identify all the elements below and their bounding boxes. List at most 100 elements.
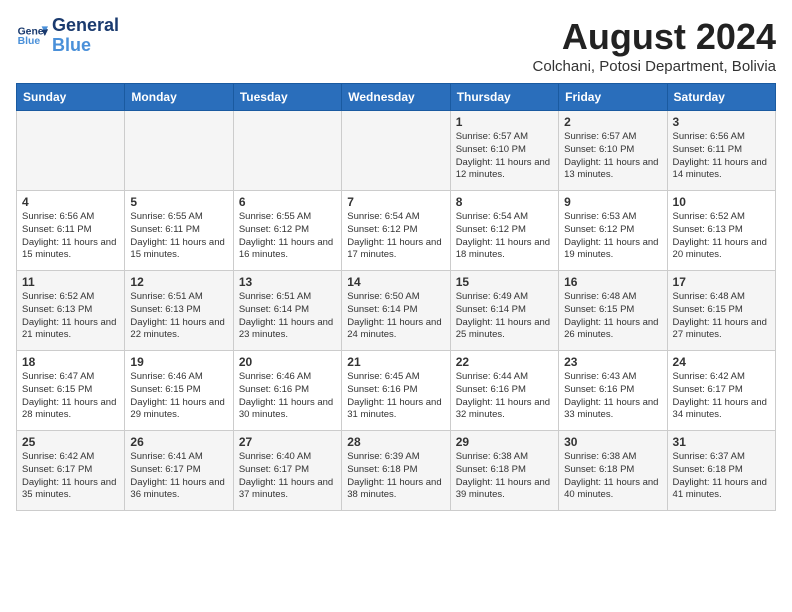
calendar-cell: 4 Sunrise: 6:56 AM Sunset: 6:11 PM Daylig… [17, 191, 125, 271]
day-content: Sunrise: 6:44 AM Sunset: 6:16 PM Dayligh… [456, 371, 553, 422]
header-day-wednesday: Wednesday [342, 84, 450, 111]
logo-line1: General [52, 16, 119, 36]
day-number: 5 [130, 195, 227, 209]
day-number: 8 [456, 195, 553, 209]
calendar-cell: 5 Sunrise: 6:55 AM Sunset: 6:11 PM Daylig… [125, 191, 233, 271]
day-number: 23 [564, 355, 661, 369]
header-day-sunday: Sunday [17, 84, 125, 111]
day-number: 29 [456, 435, 553, 449]
header-day-saturday: Saturday [667, 84, 775, 111]
day-number: 31 [673, 435, 770, 449]
day-number: 17 [673, 275, 770, 289]
page-header: General Blue General Blue August 2024 Co… [16, 16, 776, 75]
day-number: 24 [673, 355, 770, 369]
calendar-cell: 3 Sunrise: 6:56 AM Sunset: 6:11 PM Daylig… [667, 111, 775, 191]
day-content: Sunrise: 6:37 AM Sunset: 6:18 PM Dayligh… [673, 451, 770, 502]
day-content: Sunrise: 6:42 AM Sunset: 6:17 PM Dayligh… [22, 451, 119, 502]
calendar-cell: 8 Sunrise: 6:54 AM Sunset: 6:12 PM Daylig… [450, 191, 558, 271]
day-number: 13 [239, 275, 336, 289]
calendar-cell: 15Sunrise: 6:49 AM Sunset: 6:14 PM Dayli… [450, 271, 558, 351]
day-number: 10 [673, 195, 770, 209]
day-number: 11 [22, 275, 119, 289]
day-content: Sunrise: 6:52 AM Sunset: 6:13 PM Dayligh… [673, 211, 770, 262]
day-content: Sunrise: 6:46 AM Sunset: 6:16 PM Dayligh… [239, 371, 336, 422]
day-content: Sunrise: 6:55 AM Sunset: 6:12 PM Dayligh… [239, 211, 336, 262]
header-day-monday: Monday [125, 84, 233, 111]
header-day-friday: Friday [559, 84, 667, 111]
week-row-2: 4 Sunrise: 6:56 AM Sunset: 6:11 PM Daylig… [17, 191, 776, 271]
calendar-cell: 17 Sunrise: 6:48 AM Sunset: 6:15 PM Dayli… [667, 271, 775, 351]
day-content: Sunrise: 6:52 AM Sunset: 6:13 PM Dayligh… [22, 291, 119, 342]
calendar-header: SundayMondayTuesdayWednesdayThursdayFrid… [17, 84, 776, 111]
day-number: 14 [347, 275, 444, 289]
day-content: Sunrise: 6:42 AM Sunset: 6:17 PM Dayligh… [673, 371, 770, 422]
day-number: 2 [564, 115, 661, 129]
day-content: Sunrise: 6:56 AM Sunset: 6:11 PM Dayligh… [673, 131, 770, 182]
day-content: Sunrise: 6:54 AM Sunset: 6:12 PM Dayligh… [456, 211, 553, 262]
calendar-cell: 26 Sunrise: 6:41 AM Sunset: 6:17 PM Dayli… [125, 431, 233, 511]
day-number: 26 [130, 435, 227, 449]
calendar-cell [17, 111, 125, 191]
day-content: Sunrise: 6:50 AM Sunset: 6:14 PM Dayligh… [347, 291, 444, 342]
calendar-body: 1 Sunrise: 6:57 AM Sunset: 6:10 PM Daylig… [17, 111, 776, 511]
calendar-cell: 6 Sunrise: 6:55 AM Sunset: 6:12 PM Daylig… [233, 191, 341, 271]
calendar-cell: 29Sunrise: 6:38 AM Sunset: 6:18 PM Dayli… [450, 431, 558, 511]
calendar-cell: 14 Sunrise: 6:50 AM Sunset: 6:14 PM Dayli… [342, 271, 450, 351]
day-number: 21 [347, 355, 444, 369]
day-number: 28 [347, 435, 444, 449]
header-row: SundayMondayTuesdayWednesdayThursdayFrid… [17, 84, 776, 111]
calendar-cell: 16Sunrise: 6:48 AM Sunset: 6:15 PM Dayli… [559, 271, 667, 351]
day-number: 3 [673, 115, 770, 129]
day-content: Sunrise: 6:54 AM Sunset: 6:12 PM Dayligh… [347, 211, 444, 262]
week-row-4: 18Sunrise: 6:47 AM Sunset: 6:15 PM Dayli… [17, 351, 776, 431]
calendar-cell: 25Sunrise: 6:42 AM Sunset: 6:17 PM Dayli… [17, 431, 125, 511]
calendar-cell: 7Sunrise: 6:54 AM Sunset: 6:12 PM Daylig… [342, 191, 450, 271]
calendar-cell [125, 111, 233, 191]
day-content: Sunrise: 6:55 AM Sunset: 6:11 PM Dayligh… [130, 211, 227, 262]
calendar-cell: 12 Sunrise: 6:51 AM Sunset: 6:13 PM Dayli… [125, 271, 233, 351]
calendar-cell: 30Sunrise: 6:38 AM Sunset: 6:18 PM Dayli… [559, 431, 667, 511]
header-day-thursday: Thursday [450, 84, 558, 111]
calendar-cell: 19Sunrise: 6:46 AM Sunset: 6:15 PM Dayli… [125, 351, 233, 431]
calendar-cell: 11 Sunrise: 6:52 AM Sunset: 6:13 PM Dayli… [17, 271, 125, 351]
day-content: Sunrise: 6:57 AM Sunset: 6:10 PM Dayligh… [564, 131, 661, 182]
day-content: Sunrise: 6:48 AM Sunset: 6:15 PM Dayligh… [564, 291, 661, 342]
calendar-table: SundayMondayTuesdayWednesdayThursdayFrid… [16, 83, 776, 511]
day-number: 1 [456, 115, 553, 129]
day-content: Sunrise: 6:57 AM Sunset: 6:10 PM Dayligh… [456, 131, 553, 182]
calendar-cell: 2 Sunrise: 6:57 AM Sunset: 6:10 PM Daylig… [559, 111, 667, 191]
logo: General Blue General Blue [16, 16, 119, 56]
day-content: Sunrise: 6:39 AM Sunset: 6:18 PM Dayligh… [347, 451, 444, 502]
week-row-5: 25Sunrise: 6:42 AM Sunset: 6:17 PM Dayli… [17, 431, 776, 511]
calendar-cell: 20 Sunrise: 6:46 AM Sunset: 6:16 PM Dayli… [233, 351, 341, 431]
day-number: 12 [130, 275, 227, 289]
calendar-cell: 23Sunrise: 6:43 AM Sunset: 6:16 PM Dayli… [559, 351, 667, 431]
logo-line2: Blue [52, 36, 119, 56]
day-number: 9 [564, 195, 661, 209]
day-number: 19 [130, 355, 227, 369]
day-content: Sunrise: 6:41 AM Sunset: 6:17 PM Dayligh… [130, 451, 227, 502]
svg-text:Blue: Blue [18, 36, 41, 47]
calendar-cell: 28 Sunrise: 6:39 AM Sunset: 6:18 PM Dayli… [342, 431, 450, 511]
calendar-cell: 31 Sunrise: 6:37 AM Sunset: 6:18 PM Dayli… [667, 431, 775, 511]
day-number: 15 [456, 275, 553, 289]
calendar-cell: 22Sunrise: 6:44 AM Sunset: 6:16 PM Dayli… [450, 351, 558, 431]
header-day-tuesday: Tuesday [233, 84, 341, 111]
day-content: Sunrise: 6:38 AM Sunset: 6:18 PM Dayligh… [564, 451, 661, 502]
day-number: 20 [239, 355, 336, 369]
calendar-cell: 21Sunrise: 6:45 AM Sunset: 6:16 PM Dayli… [342, 351, 450, 431]
calendar-cell: 10 Sunrise: 6:52 AM Sunset: 6:13 PM Dayli… [667, 191, 775, 271]
day-content: Sunrise: 6:56 AM Sunset: 6:11 PM Dayligh… [22, 211, 119, 262]
day-content: Sunrise: 6:51 AM Sunset: 6:13 PM Dayligh… [130, 291, 227, 342]
day-content: Sunrise: 6:48 AM Sunset: 6:15 PM Dayligh… [673, 291, 770, 342]
day-number: 4 [22, 195, 119, 209]
day-number: 6 [239, 195, 336, 209]
day-content: Sunrise: 6:40 AM Sunset: 6:17 PM Dayligh… [239, 451, 336, 502]
day-number: 27 [239, 435, 336, 449]
week-row-1: 1 Sunrise: 6:57 AM Sunset: 6:10 PM Daylig… [17, 111, 776, 191]
calendar-cell: 1 Sunrise: 6:57 AM Sunset: 6:10 PM Daylig… [450, 111, 558, 191]
day-content: Sunrise: 6:51 AM Sunset: 6:14 PM Dayligh… [239, 291, 336, 342]
sub-title: Colchani, Potosi Department, Bolivia [533, 58, 776, 75]
calendar-cell: 27 Sunrise: 6:40 AM Sunset: 6:17 PM Dayli… [233, 431, 341, 511]
calendar-cell: 9Sunrise: 6:53 AM Sunset: 6:12 PM Daylig… [559, 191, 667, 271]
